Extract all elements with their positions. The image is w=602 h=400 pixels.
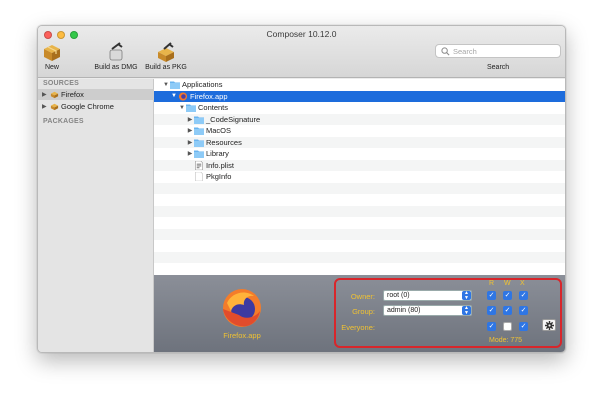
info-panel: Firefox.app Owner: Group: Everyone: root… bbox=[154, 275, 565, 352]
disclosure-triangle-icon[interactable]: ▶ bbox=[42, 103, 48, 110]
toolbar: Composer 10.12.0 New Build as DMG Build … bbox=[38, 26, 565, 78]
owner-read-checkbox[interactable]: ✓ bbox=[487, 291, 496, 300]
new-button[interactable]: New bbox=[41, 41, 63, 71]
everyone-label: Everyone: bbox=[341, 323, 375, 332]
tree-row-label: Applications bbox=[182, 80, 223, 90]
sidebar-item-label: Firefox bbox=[61, 90, 84, 99]
group-write-checkbox[interactable]: ✓ bbox=[503, 306, 512, 315]
tree-row[interactable]: ▼ Applications bbox=[154, 79, 565, 91]
tree-row[interactable]: ▶ Resources bbox=[154, 136, 565, 148]
chevron-updown-icon: ▲ ▼ bbox=[462, 306, 471, 315]
tree-row[interactable]: Info.plist bbox=[154, 159, 565, 171]
disclosure-triangle-icon[interactable]: ▼ bbox=[178, 105, 186, 111]
folder-icon bbox=[194, 139, 204, 147]
disclosure-triangle-icon[interactable]: ▼ bbox=[170, 93, 178, 99]
build-pkg-label: Build as PKG bbox=[145, 64, 187, 71]
search-caption: Search bbox=[487, 64, 510, 71]
sidebar-item-google-chrome[interactable]: ▶ Google Chrome bbox=[38, 101, 154, 112]
new-button-label: New bbox=[44, 64, 59, 71]
group-label: Group: bbox=[352, 307, 375, 316]
search-icon bbox=[441, 46, 450, 55]
search-field[interactable]: Search bbox=[435, 44, 561, 58]
owner-select[interactable]: root (0) ▲ ▼ bbox=[383, 290, 472, 301]
empty-row bbox=[154, 240, 565, 252]
sidebar-item-firefox[interactable]: ▶ Firefox bbox=[38, 89, 154, 100]
everyone-execute-checkbox[interactable]: ✓ bbox=[519, 322, 528, 331]
package-icon bbox=[50, 103, 59, 111]
chevron-updown-icon: ▲ ▼ bbox=[462, 291, 471, 300]
search-placeholder: Search bbox=[453, 46, 477, 56]
packages-header: PACKAGES bbox=[43, 118, 84, 125]
group-execute-checkbox[interactable]: ✓ bbox=[519, 306, 528, 315]
folder-icon bbox=[186, 104, 196, 113]
build-pkg-button[interactable]: Build as PKG bbox=[142, 41, 190, 71]
sidebar-item-label: Google Chrome bbox=[61, 102, 114, 111]
group-value: admin (80) bbox=[387, 307, 421, 314]
empty-row bbox=[154, 217, 565, 229]
build-dmg-icon bbox=[109, 42, 123, 61]
document-icon bbox=[195, 172, 203, 182]
empty-row bbox=[154, 205, 565, 217]
package-icon bbox=[44, 45, 60, 61]
permissions-panel: Owner: Group: Everyone: root (0) ▲ ▼ admi… bbox=[334, 278, 562, 348]
disclosure-triangle-icon[interactable]: ▼ bbox=[162, 82, 170, 88]
gear-icon bbox=[544, 320, 554, 330]
tree-row-label: Contents bbox=[198, 103, 229, 113]
sidebar: SOURCES ▶ Firefox ▶ Google Chrome PACKAG… bbox=[38, 79, 154, 352]
owner-execute-checkbox[interactable]: ✓ bbox=[519, 291, 528, 300]
tree-row-label: Info.plist bbox=[206, 160, 234, 170]
disclosure-triangle-icon[interactable]: ▶ bbox=[186, 116, 194, 123]
app-name-label: Firefox.app bbox=[223, 331, 261, 340]
empty-row bbox=[154, 228, 565, 240]
tree-row-label: MacOS bbox=[206, 126, 232, 136]
empty-row bbox=[154, 194, 565, 206]
everyone-write-checkbox[interactable] bbox=[503, 322, 512, 331]
owner-label: Owner: bbox=[350, 292, 375, 301]
owner-value: root (0) bbox=[387, 292, 410, 299]
folder-icon bbox=[194, 127, 204, 136]
tree-row-label: Resources bbox=[206, 137, 242, 147]
firefox-app-icon bbox=[223, 289, 261, 327]
build-dmg-label: Build as DMG bbox=[94, 64, 138, 71]
empty-row bbox=[154, 263, 565, 275]
tree-row-label: _CodeSignature bbox=[206, 114, 261, 124]
tree-row[interactable]: ▶ _CodeSignature bbox=[154, 113, 565, 125]
composer-window: Composer 10.12.0 New Build as DMG Build … bbox=[37, 25, 566, 353]
window-title: Composer 10.12.0 bbox=[266, 29, 337, 39]
empty-row bbox=[154, 251, 565, 263]
disclosure-triangle-icon[interactable]: ▶ bbox=[186, 127, 194, 134]
tree-row-selected[interactable]: ▼ Firefox.app bbox=[154, 90, 565, 102]
disclosure-triangle-icon[interactable]: ▶ bbox=[42, 91, 48, 98]
file-tree: ▼ Applications ▼ Firefox.app ▼ Contents … bbox=[154, 79, 565, 275]
folder-icon bbox=[194, 116, 204, 124]
group-select[interactable]: admin (80) ▲ ▼ bbox=[383, 305, 472, 316]
build-dmg-button[interactable]: Build as DMG bbox=[91, 41, 141, 71]
plist-file-icon bbox=[195, 160, 203, 170]
owner-write-checkbox[interactable]: ✓ bbox=[503, 291, 512, 300]
settings-button[interactable] bbox=[542, 319, 556, 331]
sources-header: SOURCES bbox=[43, 80, 80, 87]
tree-row[interactable]: ▶ Library bbox=[154, 148, 565, 160]
package-icon bbox=[50, 91, 59, 99]
mode-label: Mode: 775 bbox=[489, 337, 523, 344]
build-pkg-icon bbox=[158, 42, 174, 62]
execute-column-header: X bbox=[520, 280, 525, 287]
folder-icon bbox=[170, 81, 180, 90]
everyone-read-checkbox[interactable]: ✓ bbox=[487, 322, 496, 331]
read-column-header: R bbox=[489, 280, 495, 287]
folder-icon bbox=[194, 150, 204, 159]
firefox-icon bbox=[178, 92, 188, 101]
tree-row-label: Firefox.app bbox=[190, 91, 228, 101]
empty-row bbox=[154, 182, 565, 194]
tree-row-label: Library bbox=[206, 149, 229, 159]
tree-row[interactable]: ▼ Contents bbox=[154, 102, 565, 114]
disclosure-triangle-icon[interactable]: ▶ bbox=[186, 150, 194, 157]
tree-row[interactable]: ▶ MacOS bbox=[154, 125, 565, 137]
tree-row[interactable]: PkgInfo bbox=[154, 171, 565, 183]
disclosure-triangle-icon[interactable]: ▶ bbox=[186, 139, 194, 146]
group-read-checkbox[interactable]: ✓ bbox=[487, 306, 496, 315]
write-column-header: W bbox=[504, 280, 511, 287]
tree-row-label: PkgInfo bbox=[206, 172, 232, 182]
